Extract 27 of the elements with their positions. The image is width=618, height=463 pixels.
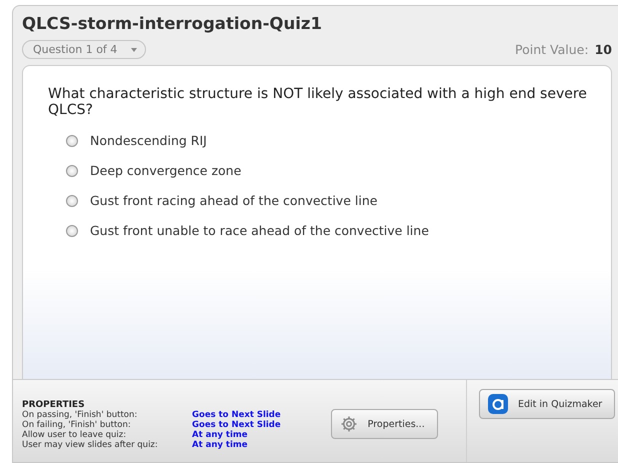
point-value: 10 xyxy=(594,42,612,57)
app-logo-icon xyxy=(488,394,508,414)
property-label: User may view slides after quiz: xyxy=(22,440,159,450)
answer-option[interactable]: Gust front unable to race ahead of the convective line xyxy=(90,223,429,238)
property-label: On failing, 'Finish' button: xyxy=(22,420,132,430)
property-value: Goes to Next Slide xyxy=(192,420,281,430)
property-value: Goes to Next Slide xyxy=(192,410,281,420)
property-label: Allow user to leave quiz: xyxy=(22,430,128,440)
radio-button[interactable] xyxy=(66,134,78,146)
edit-in-quizmaker-button[interactable]: Edit in Quizmaker xyxy=(479,389,616,419)
properties-button[interactable]: Properties... xyxy=(330,409,438,439)
point-value-label: Point Value: xyxy=(515,42,589,57)
answer-option[interactable]: Deep convergence zone xyxy=(90,163,242,178)
settings-icon xyxy=(340,415,358,433)
property-label: On passing, 'Finish' button: xyxy=(22,410,138,420)
answer-option[interactable]: Gust front racing ahead of the convective line xyxy=(90,193,378,208)
question-text: What characteristic structure is NOT likely associated with a high end severe QLCS? xyxy=(48,86,588,118)
radio-button[interactable] xyxy=(66,224,78,236)
radio-button[interactable] xyxy=(66,164,78,176)
property-value: At any time xyxy=(192,430,248,440)
caret-icon xyxy=(131,48,138,52)
properties-heading: PROPERTIES xyxy=(22,400,86,410)
quiz-title: QLCS-storm-interrogation-Quiz1 xyxy=(21,13,323,35)
property-value: At any time xyxy=(192,440,248,450)
question-dropdown[interactable]: Question 1 of 4 xyxy=(22,40,146,59)
radio-button[interactable] xyxy=(66,194,78,206)
answer-option[interactable]: Nondescending RIJ xyxy=(90,133,207,148)
